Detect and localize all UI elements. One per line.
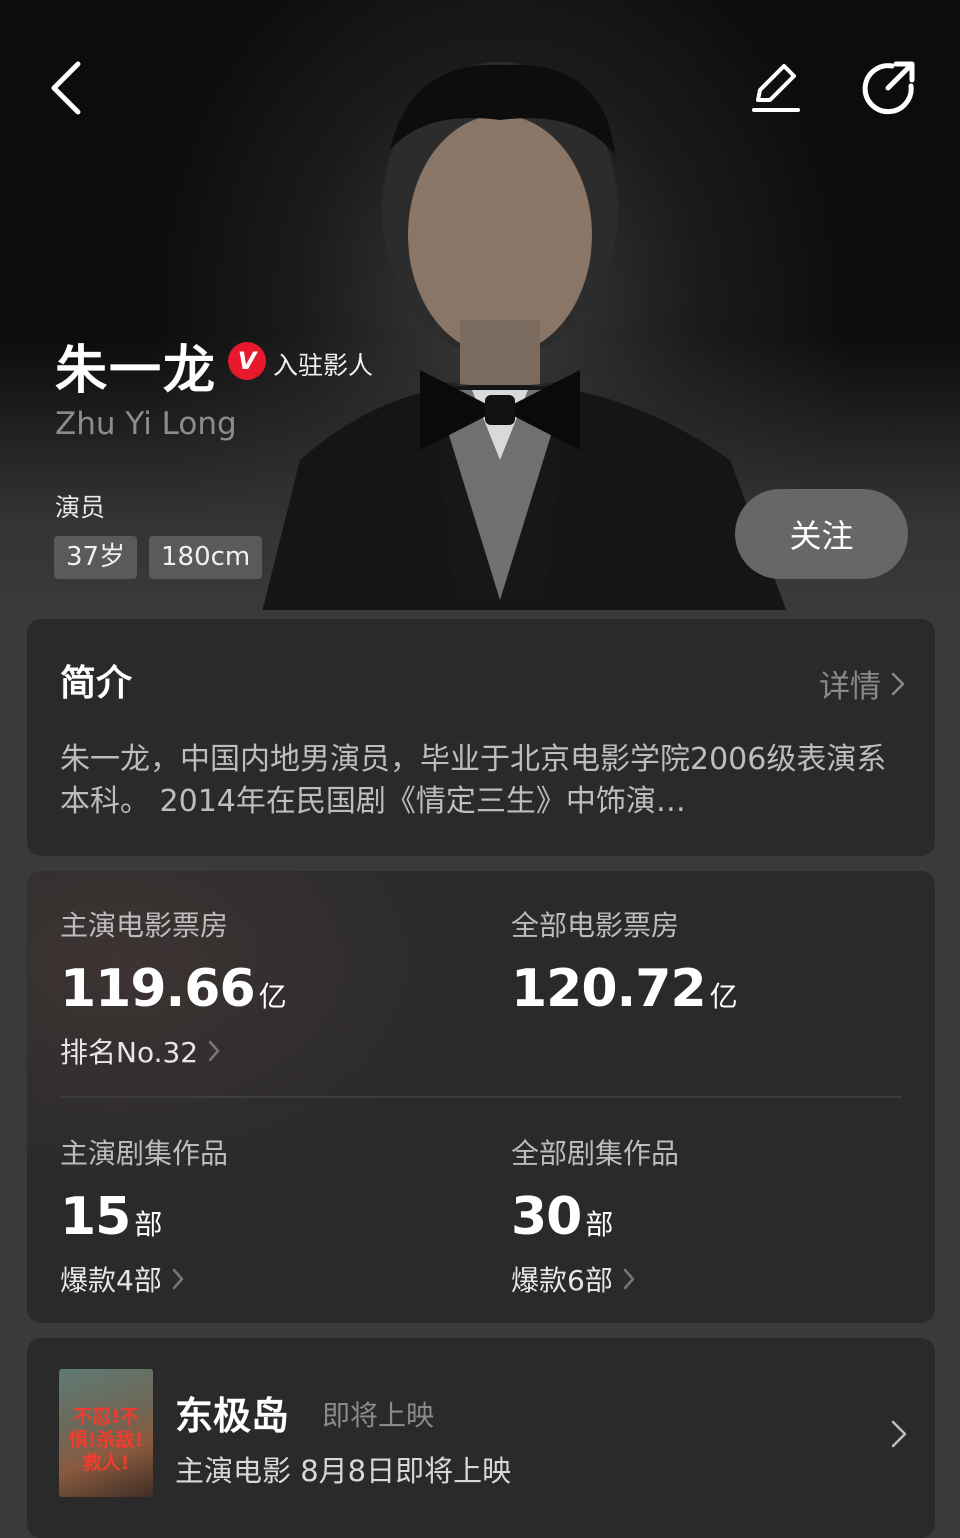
actor-role: 演员 xyxy=(55,493,106,522)
stat-unit: 亿 xyxy=(258,980,287,1013)
intro-details-link[interactable]: 详情 xyxy=(819,661,905,706)
chevron-right-icon xyxy=(891,1420,907,1448)
stat-label: 主演剧集作品 xyxy=(60,1137,229,1170)
verified-label: 入驻影人 xyxy=(273,351,374,380)
intro-card: 简介 详情 朱一龙，中国内地男演员，毕业于北京电影学院2006级表演系本科。 2… xyxy=(27,619,935,856)
stat-value: 30 部 xyxy=(511,1187,613,1247)
intro-details-label: 详情 xyxy=(819,669,881,705)
stat-value: 120.72 亿 xyxy=(511,959,738,1019)
film-subtitle: 主演电影 8月8日即将上映 xyxy=(175,1454,512,1488)
edit-icon[interactable] xyxy=(746,58,806,118)
film-poster: 不忍!不惧!杀敌!救人! xyxy=(59,1369,153,1497)
back-icon[interactable] xyxy=(40,58,100,118)
ranking-label: 排名No.32 xyxy=(60,1036,199,1069)
chevron-right-icon xyxy=(891,672,905,695)
film-status: 即将上映 xyxy=(322,1399,435,1432)
stat-label: 主演电影票房 xyxy=(60,909,229,942)
stat-value: 15 部 xyxy=(60,1187,162,1247)
poster-text: 不忍!不惧!杀敌!救人! xyxy=(68,1406,144,1474)
verified-icon: V xyxy=(228,342,266,380)
stat-unit: 亿 xyxy=(709,980,738,1013)
stat-unit: 部 xyxy=(134,1208,162,1241)
stat-number: 119.66 xyxy=(60,959,256,1019)
follow-button[interactable]: 关注 xyxy=(735,489,908,579)
divider xyxy=(60,1096,902,1098)
chevron-right-icon xyxy=(172,1268,184,1290)
chevron-right-icon xyxy=(623,1268,635,1290)
stat-label: 全部剧集作品 xyxy=(511,1137,680,1170)
hits-label: 爆款4部 xyxy=(60,1264,162,1297)
stat-number: 30 xyxy=(511,1187,582,1247)
stat-number: 120.72 xyxy=(511,959,707,1019)
chevron-right-icon xyxy=(208,1040,220,1062)
stats-card: 主演电影票房 119.66 亿 排名No.32 全部电影票房 120.72 亿 主演… xyxy=(27,871,935,1323)
ranking-link[interactable]: 排名No.32 xyxy=(60,1031,220,1071)
stat-label: 全部电影票房 xyxy=(511,909,680,942)
actor-name: 朱一龙 xyxy=(55,341,218,401)
hits-label: 爆款6部 xyxy=(511,1264,613,1297)
hero-banner: 朱一龙 V 入驻影人 Zhu Yi Long 演员 37岁 180cm 关注 xyxy=(0,0,960,610)
stat-number: 15 xyxy=(60,1187,131,1247)
upcoming-film-card[interactable]: 不忍!不惧!杀敌!救人! 东极岛 即将上映 主演电影 8月8日即将上映 xyxy=(27,1338,935,1538)
film-title: 东极岛 xyxy=(175,1394,290,1438)
hits-link[interactable]: 爆款4部 xyxy=(60,1259,184,1299)
share-icon[interactable] xyxy=(858,58,918,118)
intro-title: 简介 xyxy=(60,663,133,704)
height-tag: 180cm xyxy=(149,536,263,579)
stat-unit: 部 xyxy=(585,1208,613,1241)
intro-text: 朱一龙，中国内地男演员，毕业于北京电影学院2006级表演系本科。 2014年在民… xyxy=(60,742,887,819)
stat-value: 119.66 亿 xyxy=(60,959,287,1019)
hits-link[interactable]: 爆款6部 xyxy=(511,1259,635,1299)
actor-pinyin: Zhu Yi Long xyxy=(55,406,237,442)
age-tag: 37岁 xyxy=(54,536,138,579)
